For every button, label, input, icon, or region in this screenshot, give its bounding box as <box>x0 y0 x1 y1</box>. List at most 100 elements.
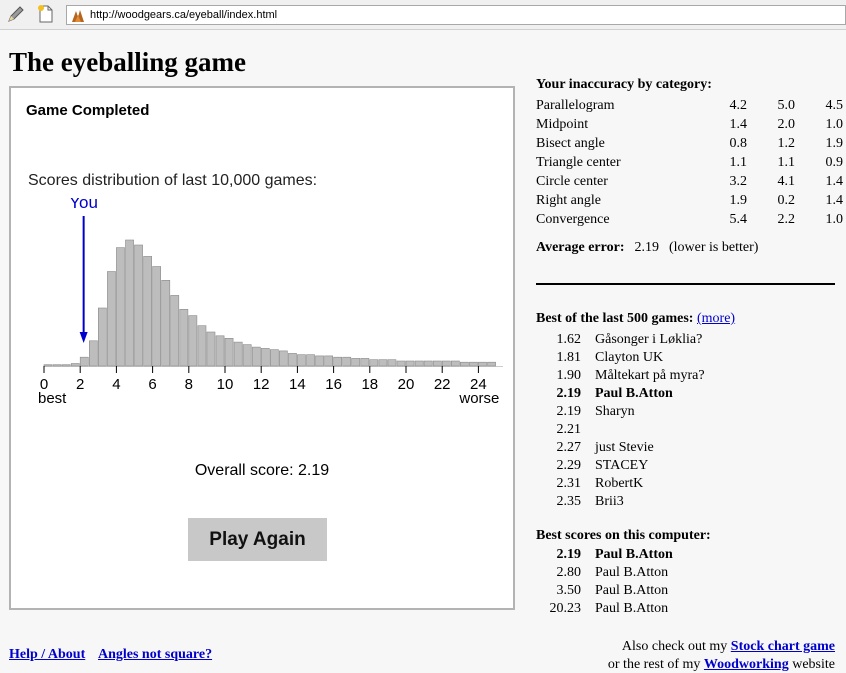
you-label: You <box>69 198 98 212</box>
histogram-bar <box>278 350 288 367</box>
histogram-bar <box>405 360 415 367</box>
score-value: 2.19 <box>556 404 582 419</box>
help-about-link[interactable]: Help / About <box>9 647 85 662</box>
footer-line-2-text: or the rest of my <box>607 657 704 672</box>
category-value: 4.2 <box>729 97 748 113</box>
average-error-label: Average error: <box>536 240 625 255</box>
histogram-bar <box>342 356 352 367</box>
histogram-bar <box>487 361 496 367</box>
histogram-bar <box>251 346 261 367</box>
histogram-bar <box>188 315 198 367</box>
woodworking-link[interactable]: Woodworking <box>704 657 789 672</box>
score-row: 2.19 Paul B.Atton <box>536 546 795 564</box>
score-value: 2.19 <box>556 386 582 401</box>
address-text[interactable]: http://woodgears.ca/eyeball/index.html <box>90 9 277 21</box>
score-row: 2.31 RobertK <box>536 475 795 493</box>
category-value: 1.1 <box>729 154 748 170</box>
x-tick-label: 4 <box>112 376 120 393</box>
player-name: Måltekart på myra? <box>595 368 705 383</box>
histogram-bar <box>270 349 279 367</box>
player-name: STACEY <box>595 458 649 473</box>
player-name: Clayton UK <box>595 350 664 365</box>
histogram-bar <box>52 364 62 367</box>
category-value: 5.4 <box>729 211 748 227</box>
histogram-bar <box>288 353 297 367</box>
distribution-title: Scores distribution of last 10,000 games… <box>28 172 318 189</box>
histogram-bar <box>134 244 143 367</box>
histogram-bar <box>333 356 343 367</box>
histogram-bar <box>414 360 424 367</box>
best-recent-heading: Best of the last 500 games: (more) <box>536 311 735 327</box>
score-row: 2.21 <box>536 421 795 439</box>
category-value: 1.2 <box>777 135 796 151</box>
histogram-bar <box>224 338 234 367</box>
category-row: Midpoint 1.4 2.0 1.0 <box>536 115 844 134</box>
x-tick-label: 6 <box>148 376 156 393</box>
histogram-bar <box>423 360 433 367</box>
game-status: Game Completed <box>26 102 150 119</box>
angles-not-square-link[interactable]: Angles not square? <box>98 647 212 662</box>
category-value: 1.4 <box>825 173 844 189</box>
category-value: 1.0 <box>825 116 844 132</box>
score-value: 20.23 <box>549 601 582 616</box>
you-marker-arrowhead <box>79 332 88 343</box>
score-row: 2.80 Paul B.Atton <box>536 564 795 582</box>
player-name: Paul B.Atton <box>595 547 673 562</box>
score-row: 2.27 just Stevie <box>536 439 795 457</box>
best-local-table: 2.19 Paul B.Atton 2.80 Paul B.Atton 3.50 Paul… <box>536 546 795 618</box>
best-recent-title: Best of the last 500 games: <box>536 311 694 326</box>
footer-line-1-text: Also check out my <box>621 639 731 654</box>
histogram-bar <box>125 239 134 367</box>
play-again-button[interactable]: Play Again <box>188 518 327 561</box>
category-value: 1.9 <box>825 135 844 151</box>
player-name: Paul B.Atton <box>595 565 669 580</box>
category-row: Parallelogram 4.2 5.0 4.5 <box>536 96 844 115</box>
category-row: Bisect angle 0.8 1.2 1.9 <box>536 134 844 153</box>
address-bar[interactable]: http://woodgears.ca/eyeball/index.html <box>66 5 846 25</box>
average-error: Average error: 2.19 (lower is better) <box>536 240 758 256</box>
x-tick-label: 22 <box>434 376 451 393</box>
more-link[interactable]: (more) <box>697 311 735 326</box>
histogram-bar <box>89 340 98 367</box>
overall-score: Overall score: 2.19 <box>194 462 330 479</box>
histogram-bar <box>161 280 171 367</box>
x-tick-label: 18 <box>361 376 378 393</box>
x-tick-label: 12 <box>253 376 270 393</box>
player-name <box>595 421 795 439</box>
score-value: 2.35 <box>556 494 582 509</box>
x-tick-label: 20 <box>398 376 415 393</box>
histogram-bar <box>297 354 306 367</box>
x-tick-label: 8 <box>185 376 193 393</box>
score-value: 3.50 <box>556 583 582 598</box>
score-row: 1.81 Clayton UK <box>536 349 795 367</box>
page-title: The eyeballing game <box>9 47 246 77</box>
footer-links: Help / About Angles not square? <box>9 647 222 663</box>
category-value: 4.5 <box>825 97 844 113</box>
histogram-bar <box>260 348 270 367</box>
stock-chart-game-link[interactable]: Stock chart game <box>731 639 835 654</box>
best-label: best <box>38 390 67 407</box>
category-row: Right angle 1.9 0.2 1.4 <box>536 191 844 210</box>
histogram-bar <box>469 361 478 367</box>
category-name: Bisect angle <box>536 135 605 151</box>
histogram-bar <box>70 363 80 367</box>
category-row: Convergence 5.4 2.2 1.0 <box>536 210 844 229</box>
player-name: Paul B.Atton <box>595 601 669 616</box>
player-name: Paul B.Atton <box>595 583 669 598</box>
game-panel: Game Completed Scores distribution of la… <box>9 86 515 610</box>
histogram-bar <box>43 364 53 367</box>
pencil-icon[interactable] <box>6 4 26 24</box>
score-value: 2.27 <box>556 440 582 455</box>
category-name: Right angle <box>536 192 601 208</box>
category-value: 5.0 <box>777 97 796 113</box>
histogram-bar <box>143 256 152 367</box>
score-distribution-chart: 0 2 4 6 8 10 12 14 16 18 20 22 24best worseYou <box>38 198 503 407</box>
footer-line-1: Also check out my Stock chart game <box>608 638 835 656</box>
player-name: just Stevie <box>595 440 654 455</box>
histogram-bar <box>360 358 370 367</box>
histogram-bar <box>306 354 315 367</box>
category-name: Parallelogram <box>536 97 615 113</box>
histogram-bar <box>107 271 116 367</box>
new-page-icon[interactable] <box>36 4 56 24</box>
histogram-bar <box>215 335 225 367</box>
